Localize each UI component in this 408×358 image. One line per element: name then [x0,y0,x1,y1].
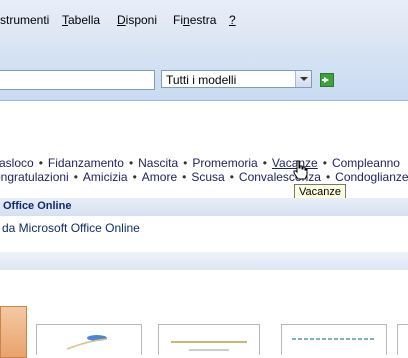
category-link-condoglianze[interactable]: Condoglianze [335,170,408,184]
template-preview [292,338,376,340]
hand-cursor-icon [293,160,308,180]
separator: • [262,156,267,170]
menu-help[interactable]: ? [229,13,236,27]
category-link-amore[interactable]: Amore [142,170,177,184]
category-row-1: rasloco • Fidanzamento • Nascita • Promemoria •… [0,156,400,170]
separator: • [229,170,234,184]
template-thumbnail[interactable] [36,324,142,355]
menu-tabella[interactable]: Tabella [62,13,100,27]
template-thumbnail[interactable] [158,324,260,355]
office-online-link[interactable]: da Microsoft Office Online [2,221,140,235]
category-link-nascita[interactable]: Nascita [138,156,178,170]
separator: • [325,170,331,184]
separator: • [73,170,78,184]
category-row-2: ongratulazioni • Amicizia • Amore • Scusa • Conv… [0,170,408,184]
office-online-header: Office Online [0,198,408,216]
category-link-congratulazioni[interactable]: ongratulazioni [0,170,69,184]
separator: • [322,156,327,170]
section-divider-band [0,252,408,270]
go-arrow-icon[interactable] [320,73,334,87]
separator: • [38,156,43,170]
search-input[interactable] [0,70,155,90]
category-link-convalescenza[interactable]: Convalescenza [239,170,321,184]
category-link-promemoria[interactable]: Promemoria [192,156,257,170]
category-link-amicizia[interactable]: Amicizia [83,170,128,184]
menu-bar: rstrumenti Tabella Disponi Finestra ? [0,0,408,44]
chevron-down-icon[interactable] [295,71,311,87]
menu-finestra[interactable]: Finestra [173,13,216,27]
menu-disponi[interactable]: Disponi [117,13,157,27]
category-link-scusa[interactable]: Scusa [191,170,224,184]
office-online-title: Office Online [3,200,72,212]
model-filter-value: Tutti i modelli [166,73,237,87]
separator: • [132,170,137,184]
model-filter-select[interactable]: Tutti i modelli [161,70,312,88]
menu-strumenti[interactable]: rstrumenti [0,13,49,27]
template-preview [66,335,108,350]
category-link-compleanno[interactable]: Compleanno [332,156,400,170]
template-thumbnail[interactable] [281,324,387,355]
separator: • [182,170,187,184]
template-thumbnail[interactable] [397,324,408,355]
template-thumbnail-selected[interactable] [0,306,27,358]
category-link-fidanzamento[interactable]: Fidanzamento [48,156,124,170]
template-preview [171,341,247,351]
separator: • [183,156,188,170]
category-link-trasloco[interactable]: rasloco [0,156,34,170]
separator: • [128,156,134,170]
